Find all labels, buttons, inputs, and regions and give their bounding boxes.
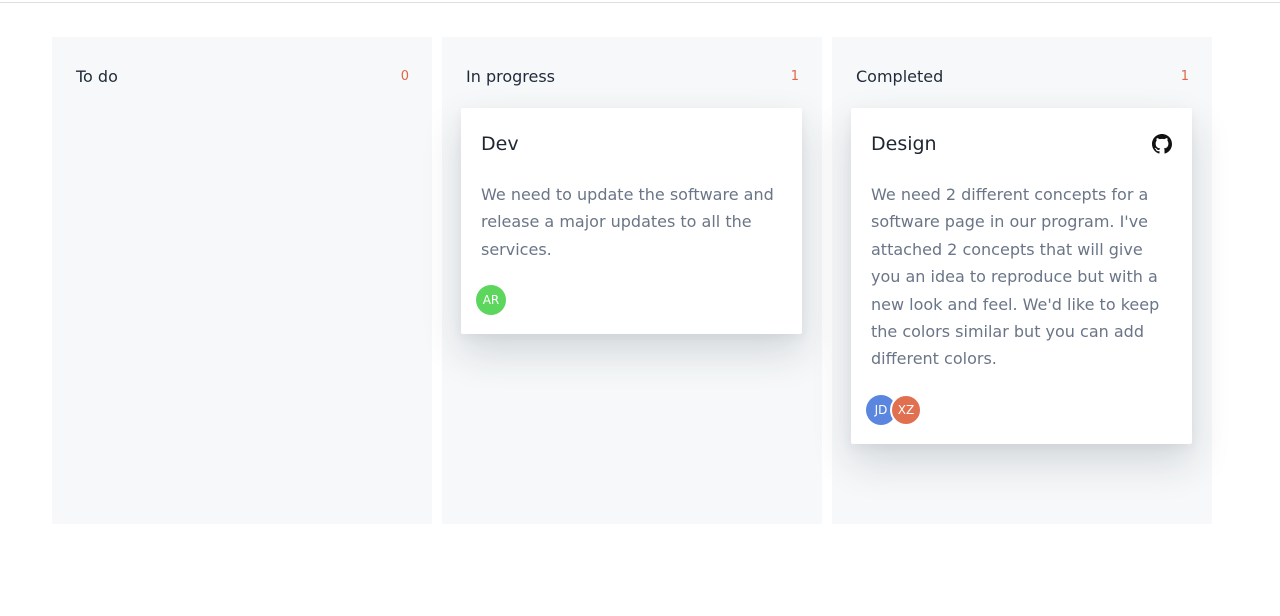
kanban-board: To do 0 In progress 1 Dev We need to upd… xyxy=(52,37,1212,524)
task-card-design[interactable]: Design We need 2 different concepts for … xyxy=(851,108,1192,444)
column-in-progress: In progress 1 Dev We need to update the … xyxy=(442,37,822,524)
avatar[interactable]: XZ xyxy=(890,393,922,426)
card-description: We need 2 different concepts for a softw… xyxy=(871,185,1160,369)
column-title: To do xyxy=(76,66,118,86)
column-completed: Completed 1 Design We need 2 different c… xyxy=(832,37,1212,524)
card-title: Design xyxy=(871,133,937,155)
card-assignees: AR xyxy=(476,285,802,334)
task-card-dev[interactable]: Dev We need to update the software and r… xyxy=(461,108,802,335)
avatar[interactable]: AR xyxy=(476,285,506,316)
card-title: Dev xyxy=(481,133,519,155)
column-header: To do 0 xyxy=(76,65,409,87)
column-count-badge: 0 xyxy=(400,68,409,84)
top-divider xyxy=(0,0,1280,3)
column-header: In progress 1 xyxy=(466,65,799,87)
column-count-badge: 1 xyxy=(790,68,799,84)
card-assignees: JD XZ xyxy=(866,393,1192,444)
column-todo: To do 0 xyxy=(52,37,432,524)
card-description: We need to update the software and relea… xyxy=(481,185,774,259)
github-icon[interactable] xyxy=(1152,134,1172,154)
column-header: Completed 1 xyxy=(856,65,1189,87)
column-count-badge: 1 xyxy=(1180,68,1189,84)
column-title: In progress xyxy=(466,66,556,86)
column-title: Completed xyxy=(856,66,944,86)
